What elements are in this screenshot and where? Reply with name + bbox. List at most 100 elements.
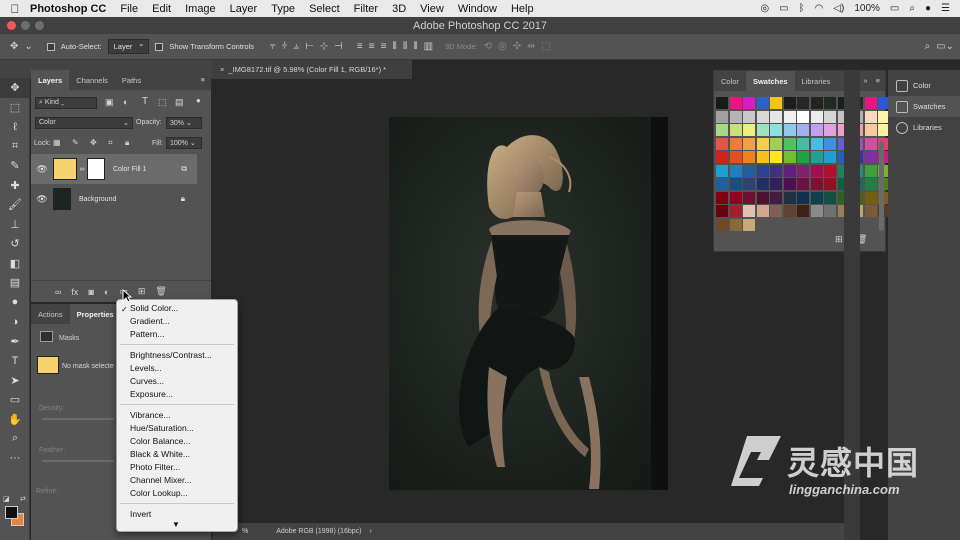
color-swatch[interactable] bbox=[824, 191, 836, 204]
color-swatch[interactable] bbox=[810, 124, 823, 136]
new-swatch-icon[interactable]: ⊞ bbox=[835, 234, 843, 245]
menu-view[interactable]: View bbox=[420, 3, 444, 15]
menu-edit[interactable]: Edit bbox=[152, 3, 171, 15]
path-selection-tool[interactable]: ➤ bbox=[0, 371, 30, 391]
menu-item-pattern[interactable]: Pattern... bbox=[130, 329, 165, 340]
new-adjustment-layer-icon[interactable]: ◐ bbox=[104, 287, 109, 297]
color-swatch[interactable] bbox=[783, 178, 796, 190]
color-swatch[interactable] bbox=[756, 191, 769, 204]
tab-actions[interactable]: Actions bbox=[31, 304, 70, 324]
color-swatch[interactable] bbox=[743, 124, 755, 136]
search-icon[interactable]: ⌕ bbox=[925, 41, 931, 52]
menu-item-black-white[interactable]: Black & White... bbox=[130, 449, 190, 460]
color-swatch[interactable] bbox=[797, 151, 809, 163]
color-swatch[interactable] bbox=[756, 110, 769, 123]
eyedropper-tool[interactable]: ✎ bbox=[0, 156, 30, 176]
color-swatch[interactable] bbox=[810, 191, 823, 204]
history-brush-tool[interactable]: ↺ bbox=[0, 234, 30, 254]
3d-orbit-icon[interactable]: ⟲ bbox=[484, 41, 492, 52]
filter-kind-dropdown[interactable]: ⌕ Kind ⌄ bbox=[35, 97, 97, 109]
notification-center-icon[interactable]: ☰ bbox=[941, 3, 950, 14]
color-swatch[interactable] bbox=[756, 151, 769, 163]
color-swatch[interactable] bbox=[810, 97, 823, 109]
distribute-bottom-icon[interactable]: ≡ bbox=[381, 41, 387, 52]
color-swatch[interactable] bbox=[783, 151, 796, 163]
align-hcenter-icon[interactable]: ⊹ bbox=[320, 41, 328, 52]
lock-position-icon[interactable]: ✥ bbox=[90, 138, 97, 147]
distribute-vcenter-icon[interactable]: ≡ bbox=[369, 41, 375, 52]
color-swatch[interactable] bbox=[810, 137, 823, 150]
color-swatch[interactable] bbox=[770, 97, 782, 109]
color-swatch[interactable] bbox=[810, 110, 823, 123]
auto-align-icon[interactable]: ▥ bbox=[424, 41, 433, 52]
menu-item-hue-saturation[interactable]: Hue/Saturation... bbox=[130, 423, 194, 434]
layer-mask-thumbnail[interactable] bbox=[87, 158, 105, 180]
color-swatch[interactable] bbox=[864, 205, 877, 217]
color-swatch[interactable] bbox=[756, 137, 769, 150]
color-swatch[interactable] bbox=[743, 110, 755, 123]
menu-type[interactable]: Type bbox=[271, 3, 295, 15]
auto-select-dropdown[interactable]: Layer bbox=[107, 39, 150, 54]
dodge-tool[interactable]: ◑ bbox=[0, 312, 30, 332]
auto-select-checkbox[interactable] bbox=[46, 42, 55, 51]
align-right-icon[interactable]: ⊣ bbox=[334, 41, 343, 52]
color-swatch[interactable] bbox=[864, 178, 877, 190]
delete-layer-icon[interactable]: 🗑︎ bbox=[155, 286, 166, 297]
color-swatch[interactable] bbox=[824, 205, 836, 217]
color-swatch[interactable] bbox=[716, 97, 728, 109]
color-swatch[interactable] bbox=[756, 97, 769, 109]
layer-name[interactable]: Color Fill 1 bbox=[113, 166, 146, 173]
3d-scale-icon[interactable]: ⬚ bbox=[542, 41, 551, 52]
color-swatch[interactable] bbox=[824, 164, 836, 177]
color-swatch[interactable] bbox=[864, 137, 877, 150]
status-menu-icon[interactable]: › bbox=[369, 528, 371, 535]
expand-panel-icon[interactable]: » bbox=[860, 71, 870, 91]
filter-shape-icon[interactable]: ⬚ bbox=[158, 97, 167, 108]
filter-smart-object-icon[interactable]: ▤ bbox=[175, 97, 184, 108]
workspace-icon[interactable]: ▭⌄ bbox=[936, 41, 954, 52]
blend-mode-dropdown[interactable]: Color ⌄ bbox=[35, 117, 133, 129]
color-swatch[interactable] bbox=[824, 151, 836, 163]
color-swatch[interactable] bbox=[756, 205, 769, 217]
color-swatch[interactable] bbox=[716, 124, 728, 136]
color-swatch[interactable] bbox=[824, 137, 836, 150]
color-swatch[interactable] bbox=[756, 164, 769, 177]
add-mask-icon[interactable]: ◙ bbox=[88, 287, 93, 297]
color-swatch[interactable] bbox=[824, 178, 836, 190]
color-swatch[interactable] bbox=[716, 110, 728, 123]
fill-input[interactable]: 100% ⌄ bbox=[166, 137, 202, 149]
color-swatch[interactable] bbox=[716, 205, 728, 217]
color-swatch[interactable] bbox=[729, 137, 742, 150]
new-layer-icon[interactable]: ⊞ bbox=[138, 286, 146, 297]
menu-layer[interactable]: Layer bbox=[230, 3, 258, 15]
dock-libraries[interactable]: Libraries bbox=[888, 117, 960, 138]
menu-select[interactable]: Select bbox=[309, 3, 340, 15]
distribute-left-icon[interactable]: ⦀ bbox=[392, 41, 396, 52]
user-avatar-icon[interactable]: ● bbox=[925, 3, 931, 14]
color-swatch[interactable] bbox=[716, 178, 728, 190]
apple-icon[interactable]:  bbox=[0, 2, 30, 16]
color-swatch[interactable] bbox=[783, 205, 796, 217]
color-swatch[interactable] bbox=[797, 164, 809, 177]
tab-swatches[interactable]: Swatches bbox=[745, 71, 795, 91]
color-swatch[interactable] bbox=[770, 151, 782, 163]
layer-row-background[interactable]: 👁︎ Background 🔒︎ bbox=[31, 186, 197, 212]
color-swatch[interactable] bbox=[770, 191, 782, 204]
bluetooth-icon[interactable]: ᛒ bbox=[799, 3, 805, 14]
zoom-tool[interactable]: ⌕ bbox=[0, 429, 30, 449]
color-swatch[interactable] bbox=[797, 97, 809, 109]
link-layers-icon[interactable]: ∞ bbox=[55, 287, 61, 297]
tab-layers[interactable]: Layers bbox=[31, 70, 70, 90]
color-swatch[interactable] bbox=[864, 97, 877, 109]
swatches-scrollbar[interactable] bbox=[879, 141, 884, 231]
spotlight-icon[interactable]: ⌕ bbox=[909, 3, 915, 14]
color-swatch[interactable] bbox=[743, 164, 755, 177]
color-swatch[interactable] bbox=[797, 110, 809, 123]
menu-item-photo-filter[interactable]: Photo Filter... bbox=[130, 462, 180, 473]
healing-brush-tool[interactable]: ✚ bbox=[0, 176, 30, 196]
zoom-level-text[interactable]: % bbox=[242, 528, 248, 535]
color-swatch[interactable] bbox=[783, 124, 796, 136]
menu-item-channel-mixer[interactable]: Channel Mixer... bbox=[130, 475, 191, 486]
tab-properties[interactable]: Properties bbox=[69, 304, 121, 324]
creative-cloud-icon[interactable]: ◎ bbox=[760, 3, 769, 14]
